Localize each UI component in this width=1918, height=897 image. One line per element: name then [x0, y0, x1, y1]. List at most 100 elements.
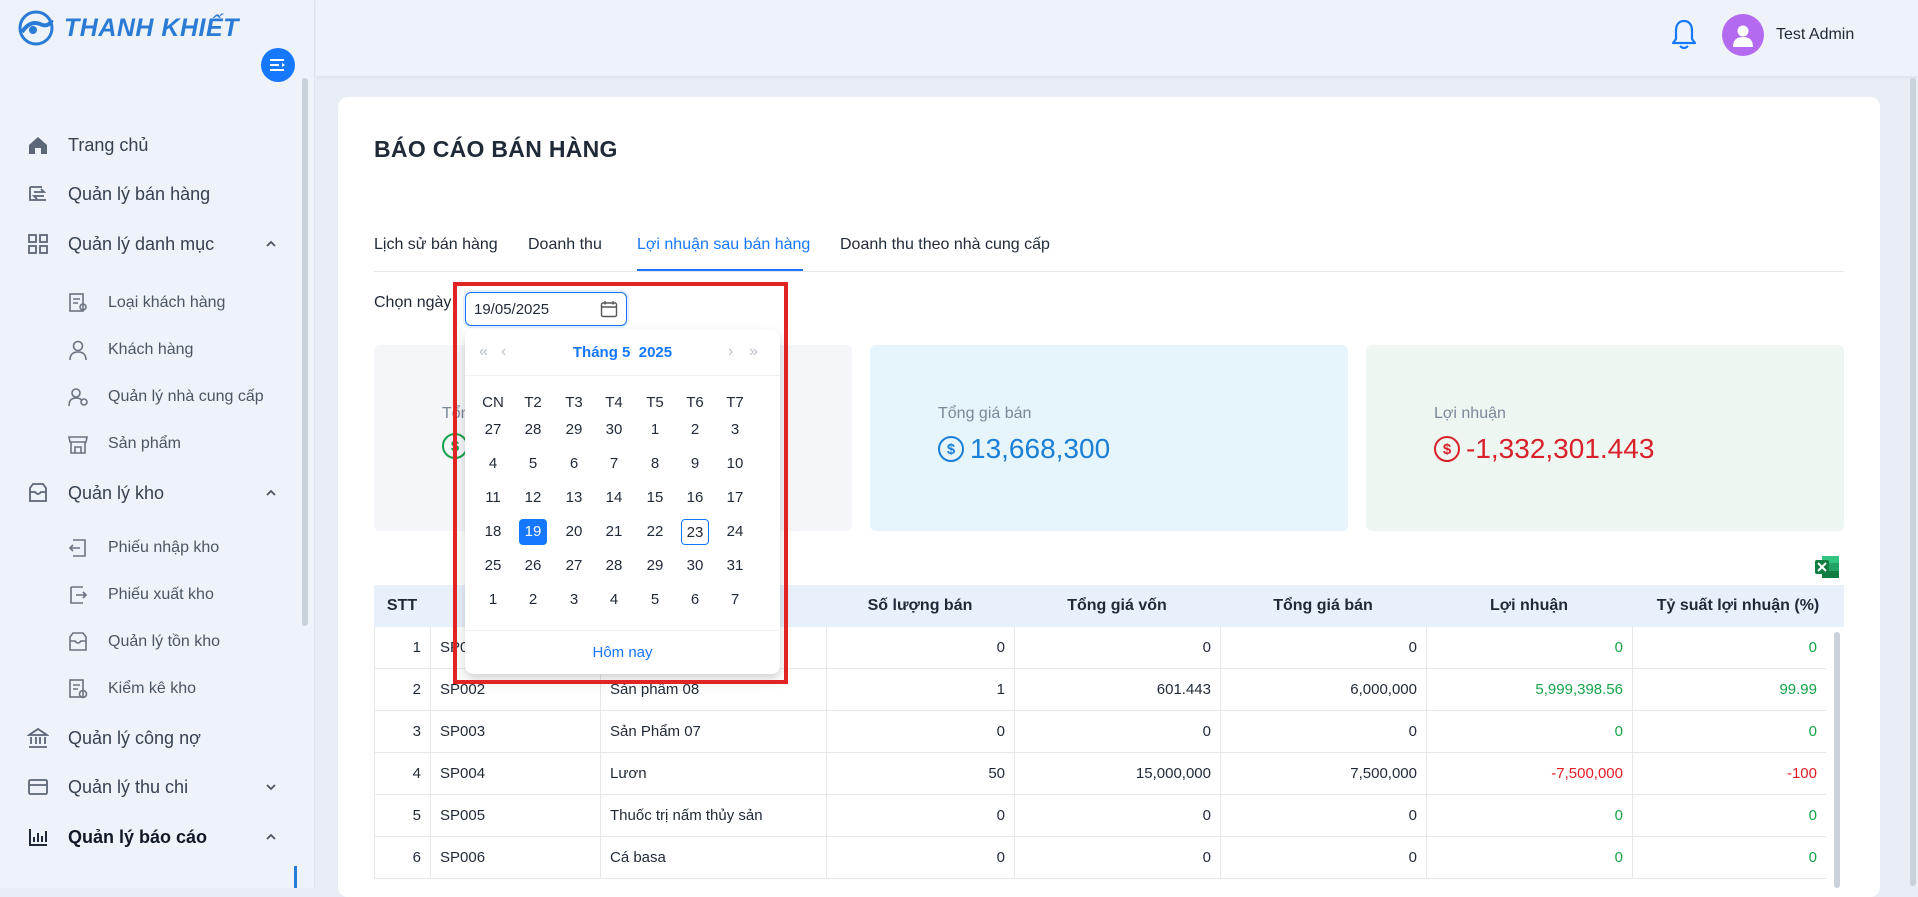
- table-row[interactable]: 3 SP003 Sản Phẩm 07 0 0 0 0 0: [374, 711, 1826, 753]
- table-cell-sale: 0: [1220, 837, 1426, 879]
- column-header[interactable]: Lợi nhuận: [1426, 597, 1632, 615]
- sidebar-item[interactable]: Quản lý báo cáo: [0, 817, 300, 857]
- home-icon: [26, 133, 50, 157]
- chevron-up-icon: [264, 830, 278, 844]
- audit-icon: [67, 678, 89, 700]
- table-cell-sale: 0: [1220, 627, 1426, 669]
- wave-logo-icon: [18, 10, 54, 46]
- dollar-icon: $: [1434, 436, 1460, 462]
- export-icon: [67, 584, 89, 606]
- sidebar-active-indicator: [294, 866, 297, 888]
- user-name[interactable]: Test Admin: [1776, 26, 1854, 44]
- stat-value-row: $ -1,332,301.443: [1434, 433, 1654, 465]
- table-cell-cost: 0: [1014, 627, 1220, 669]
- table-cell-name: Cá basa: [600, 837, 826, 879]
- table-cell-profit: 0: [1426, 795, 1632, 837]
- column-header[interactable]: Tổng giá vốn: [1014, 597, 1220, 615]
- table-cell-code: SP006: [430, 837, 600, 879]
- sidebar-item[interactable]: Khách hàng: [0, 330, 300, 370]
- report-tabs: Lịch sử bán hàng Doanh thu Lợi nhuận sau…: [374, 234, 1844, 272]
- tab-revenue[interactable]: Doanh thu: [528, 236, 602, 254]
- inbox-icon: [26, 481, 50, 505]
- table-cell-ratio: 0: [1632, 627, 1826, 669]
- sidebar-item[interactable]: Quản lý bán hàng: [0, 174, 300, 214]
- sidebar-item[interactable]: Quản lý kho: [0, 473, 300, 513]
- sidebar-item-label: Quản lý công nợ: [68, 727, 201, 748]
- bank-icon: [26, 726, 50, 750]
- stat-title: Lợi nhuận: [1434, 405, 1506, 422]
- tab-revenue-by-supplier[interactable]: Doanh thu theo nhà cung cấp: [840, 236, 1050, 254]
- sidebar-item-label: Sản phẩm: [108, 435, 181, 452]
- sidebar-item[interactable]: Quản lý công nợ: [0, 718, 300, 758]
- column-header[interactable]: Tỷ suất lợi nhuận (%): [1632, 597, 1844, 615]
- export-excel-button[interactable]: [1814, 555, 1840, 579]
- column-header[interactable]: Số lượng bán: [826, 597, 1014, 615]
- table-cell-sale: 0: [1220, 711, 1426, 753]
- stat-value-row: $ 13,668,300: [938, 433, 1110, 465]
- chart-icon: [26, 825, 50, 849]
- tab-profit-after-sales[interactable]: Lợi nhuận sau bán hàng: [637, 236, 810, 254]
- brand-name: THANH KHIẾT: [64, 13, 239, 42]
- sidebar-item-label: Quản lý kho: [68, 482, 165, 503]
- table-cell-stt: 2: [374, 669, 430, 711]
- grid-icon: [26, 232, 50, 256]
- tab-sales-history[interactable]: Lịch sử bán hàng: [374, 236, 498, 254]
- page-scrollbar[interactable]: [1910, 78, 1916, 886]
- sidebar-item[interactable]: Quản lý nhà cung cấp: [0, 377, 300, 417]
- table-cell-qty: 50: [826, 753, 1014, 795]
- table-cell-profit: 0: [1426, 711, 1632, 753]
- stat-card-total-sales: Tổng giá bán $ 13,668,300: [870, 345, 1348, 531]
- table-cell-profit: -7,500,000: [1426, 753, 1632, 795]
- import-icon: [67, 537, 89, 559]
- sidebar-item[interactable]: Quản lý danh mục: [0, 224, 300, 264]
- sidebar-item[interactable]: Sản phẩm: [0, 424, 300, 464]
- chevron-up-icon: [264, 237, 278, 251]
- table-scrollbar[interactable]: [1834, 632, 1840, 888]
- bell-icon: [1671, 19, 1697, 50]
- user-avatar-icon: [1733, 25, 1753, 47]
- sidebar-item[interactable]: Phiếu nhập kho: [0, 528, 300, 568]
- brand-logo[interactable]: THANH KHIẾT: [18, 10, 239, 46]
- table-cell-stt: 6: [374, 837, 430, 879]
- avatar[interactable]: [1722, 14, 1764, 56]
- table-cell-sale: 0: [1220, 795, 1426, 837]
- sidebar-item[interactable]: Loại khách hàng: [0, 283, 300, 323]
- table-cell-profit: 0: [1426, 837, 1632, 879]
- notification-button[interactable]: [1670, 18, 1698, 55]
- sidebar-item[interactable]: Quản lý thu chi: [0, 767, 300, 807]
- dollar-icon: $: [938, 436, 964, 462]
- supplier-icon: [67, 386, 89, 408]
- column-header[interactable]: Tổng giá bán: [1220, 597, 1426, 615]
- table-cell-ratio: 0: [1632, 711, 1826, 753]
- sidebar-item-label: Phiếu nhập kho: [108, 539, 220, 556]
- table-cell-cost: 15,000,000: [1014, 753, 1220, 795]
- stat-title: Tổng giá bán: [938, 405, 1032, 422]
- user-icon: [67, 339, 89, 361]
- sidebar-item-label: Trang chủ: [68, 134, 149, 155]
- sidebar-item[interactable]: Phiếu xuất kho: [0, 575, 300, 615]
- table-cell-qty: 0: [826, 627, 1014, 669]
- table-cell-cost: 0: [1014, 795, 1220, 837]
- sidebar-item-label: Loại khách hàng: [108, 294, 226, 311]
- stock-icon: [67, 631, 89, 653]
- customer-type-icon: [67, 292, 89, 314]
- sidebar-item[interactable]: Kiểm kê kho: [0, 669, 300, 709]
- page-title: BÁO CÁO BÁN HÀNG: [374, 136, 618, 162]
- table-row[interactable]: 4 SP004 Lươn 50 15,000,000 7,500,000 -7,500,00…: [374, 753, 1826, 795]
- stat-value: 13,668,300: [970, 433, 1111, 464]
- sidebar-item[interactable]: Quản lý tồn kho: [0, 622, 300, 662]
- stat-value: -1,332,301.443: [1466, 433, 1655, 464]
- table-cell-qty: 0: [826, 711, 1014, 753]
- sidebar-collapse-button[interactable]: [261, 48, 295, 82]
- table-row[interactable]: 5 SP005 Thuốc trị nấm thủy sản 0 0 0 0 0: [374, 795, 1826, 837]
- table-cell-code: SP003: [430, 711, 600, 753]
- sidebar-scrollbar[interactable]: [302, 78, 308, 626]
- sidebar-item[interactable]: Trang chủ: [0, 125, 300, 165]
- column-header[interactable]: STT: [374, 597, 430, 615]
- sidebar-item-label: Quản lý nhà cung cấp: [108, 388, 264, 405]
- table-cell-qty: 1: [826, 669, 1014, 711]
- table-cell-name: Lươn: [600, 753, 826, 795]
- sales-icon: [26, 182, 50, 206]
- sidebar-item-label: Quản lý báo cáo: [68, 826, 208, 847]
- table-row[interactable]: 6 SP006 Cá basa 0 0 0 0 0: [374, 837, 1826, 879]
